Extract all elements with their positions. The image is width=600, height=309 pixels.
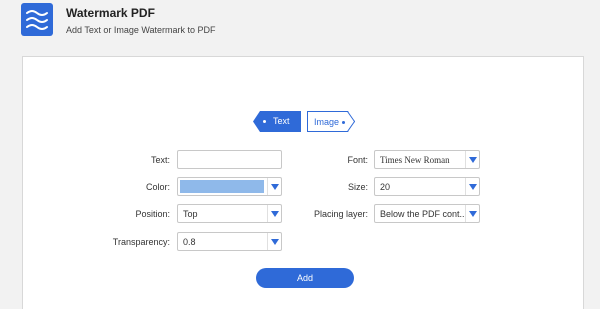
chevron-down-icon[interactable]: [267, 178, 281, 195]
tab-image[interactable]: Image: [307, 111, 355, 132]
app-subtitle: Add Text or Image Watermark to PDF: [66, 25, 216, 35]
color-swatch: [180, 180, 264, 193]
layer-value: Below the PDF cont...: [380, 209, 465, 219]
color-label: Color:: [145, 182, 170, 192]
header: Watermark PDF Add Text or Image Watermar…: [0, 0, 600, 56]
position-value: Top: [183, 209, 198, 219]
dot-icon: [263, 120, 266, 123]
transparency-value: 0.8: [183, 237, 196, 247]
tab-text-label: Text: [273, 116, 290, 126]
text-input[interactable]: [177, 150, 282, 169]
font-value: Times New Roman: [380, 155, 450, 165]
color-picker[interactable]: [177, 177, 282, 196]
tab-text[interactable]: Text: [253, 111, 301, 132]
transparency-select[interactable]: 0.8: [177, 232, 282, 251]
size-select[interactable]: 20: [374, 177, 480, 196]
tab-image-label: Image: [314, 117, 340, 127]
waves-icon: [21, 3, 53, 36]
chevron-down-icon[interactable]: [465, 205, 479, 222]
dot-icon: [342, 121, 345, 124]
font-select[interactable]: Times New Roman: [374, 150, 480, 169]
layer-label: Placing layer:: [313, 209, 368, 219]
position-label: Position:: [135, 209, 170, 219]
chevron-down-icon[interactable]: [267, 205, 281, 222]
app-title: Watermark PDF: [66, 6, 155, 20]
layer-select[interactable]: Below the PDF cont...: [374, 204, 480, 223]
chevron-down-icon[interactable]: [465, 178, 479, 195]
position-select[interactable]: Top: [177, 204, 282, 223]
size-label: Size:: [347, 182, 368, 192]
transparency-label: Transparency:: [112, 237, 170, 247]
chevron-down-icon[interactable]: [267, 233, 281, 250]
font-label: Font:: [347, 155, 368, 165]
add-button[interactable]: Add: [256, 268, 354, 288]
text-label: Text:: [150, 155, 170, 165]
size-value: 20: [380, 182, 391, 192]
chevron-down-icon[interactable]: [465, 151, 479, 168]
